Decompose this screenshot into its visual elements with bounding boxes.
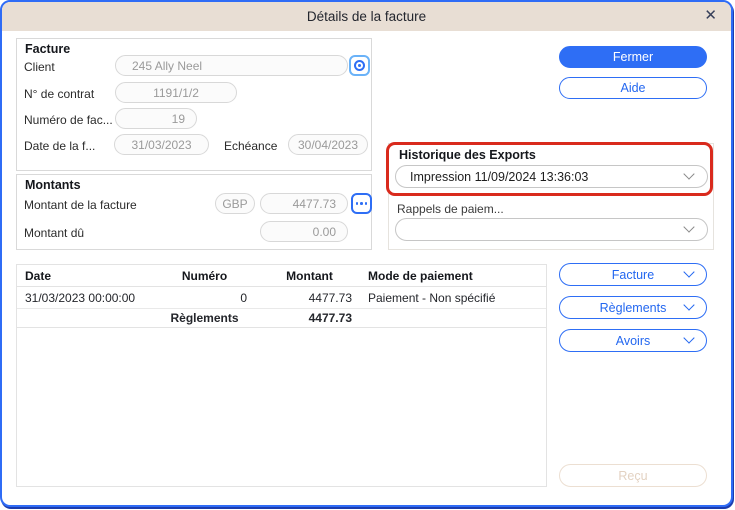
recu-button: Reçu [559, 464, 707, 487]
cell-date: 31/03/2023 00:00:00 [17, 291, 152, 305]
contrat-field[interactable]: 1191/1/2 [115, 82, 237, 103]
montants-group-title: Montants [25, 178, 81, 192]
chevron-down-icon [683, 332, 694, 343]
col-header-numero: Numéro [152, 269, 257, 283]
chevron-down-icon [683, 168, 694, 179]
target-ring [354, 60, 365, 71]
col-header-mode: Mode de paiement [362, 269, 546, 283]
rappels-dropdown[interactable] [395, 218, 708, 241]
client-lookup-icon[interactable] [349, 55, 370, 76]
montant-du-field[interactable]: 0.00 [260, 221, 348, 242]
reglements-button[interactable]: Règlements [559, 296, 707, 319]
col-header-date: Date [17, 269, 152, 283]
historique-exports-label: Historique des Exports [399, 148, 536, 162]
historique-exports-dropdown[interactable]: Impression 11/09/2024 13:36:03 [395, 165, 708, 188]
aide-button[interactable]: Aide [559, 77, 707, 99]
numero-facture-field[interactable]: 19 [115, 108, 197, 129]
payments-table: Date Numéro Montant Mode de paiement 31/… [16, 264, 547, 487]
currency-field[interactable]: GBP [215, 193, 255, 214]
contrat-label: N° de contrat [24, 87, 94, 101]
ellipsis-icon[interactable] [351, 193, 372, 214]
client-field[interactable]: 245 Ally Neel [115, 55, 348, 76]
col-header-montant: Montant [257, 269, 362, 283]
table-header-row: Date Numéro Montant Mode de paiement [17, 265, 546, 287]
cell-mode: Paiement - Non spécifié [362, 291, 546, 305]
date-facture-label: Date de la f... [24, 139, 95, 153]
historique-exports-value: Impression 11/09/2024 13:36:03 [410, 170, 588, 184]
montant-facture-field[interactable]: 4477.73 [260, 193, 348, 214]
target-dot [358, 64, 361, 67]
chevron-down-icon [683, 266, 694, 277]
dialog-title: Détails de la facture [307, 9, 426, 24]
rappels-label: Rappels de paiem... [397, 202, 504, 216]
close-icon[interactable]: ✕ [704, 7, 717, 25]
reglements-button-label: Règlements [600, 301, 667, 315]
chevron-down-icon [683, 221, 694, 232]
echeance-field[interactable]: 30/04/2023 [288, 134, 368, 155]
fermer-button[interactable]: Fermer [559, 46, 707, 68]
facture-button[interactable]: Facture [559, 263, 707, 286]
facture-group-title: Facture [25, 42, 70, 56]
total-label: Règlements [152, 311, 257, 325]
date-facture-field[interactable]: 31/03/2023 [114, 134, 209, 155]
cell-montant: 4477.73 [257, 291, 362, 305]
echeance-label: Echéance [224, 139, 277, 153]
montant-facture-label: Montant de la facture [24, 198, 137, 212]
facture-button-label: Facture [612, 268, 654, 282]
table-total-row: Règlements 4477.73 [17, 309, 546, 328]
cell-numero: 0 [152, 291, 257, 305]
numero-facture-label: Numéro de fac... [24, 113, 113, 127]
client-label: Client [24, 60, 55, 74]
chevron-down-icon [683, 299, 694, 310]
montant-du-label: Montant dû [24, 226, 84, 240]
total-value: 4477.73 [257, 311, 362, 325]
table-row[interactable]: 31/03/2023 00:00:00 0 4477.73 Paiement -… [17, 287, 546, 309]
titlebar: Détails de la facture ✕ [2, 2, 731, 31]
avoirs-button-label: Avoirs [616, 334, 651, 348]
invoice-details-dialog: Détails de la facture ✕ Facture Client 2… [0, 0, 733, 507]
avoirs-button[interactable]: Avoirs [559, 329, 707, 352]
